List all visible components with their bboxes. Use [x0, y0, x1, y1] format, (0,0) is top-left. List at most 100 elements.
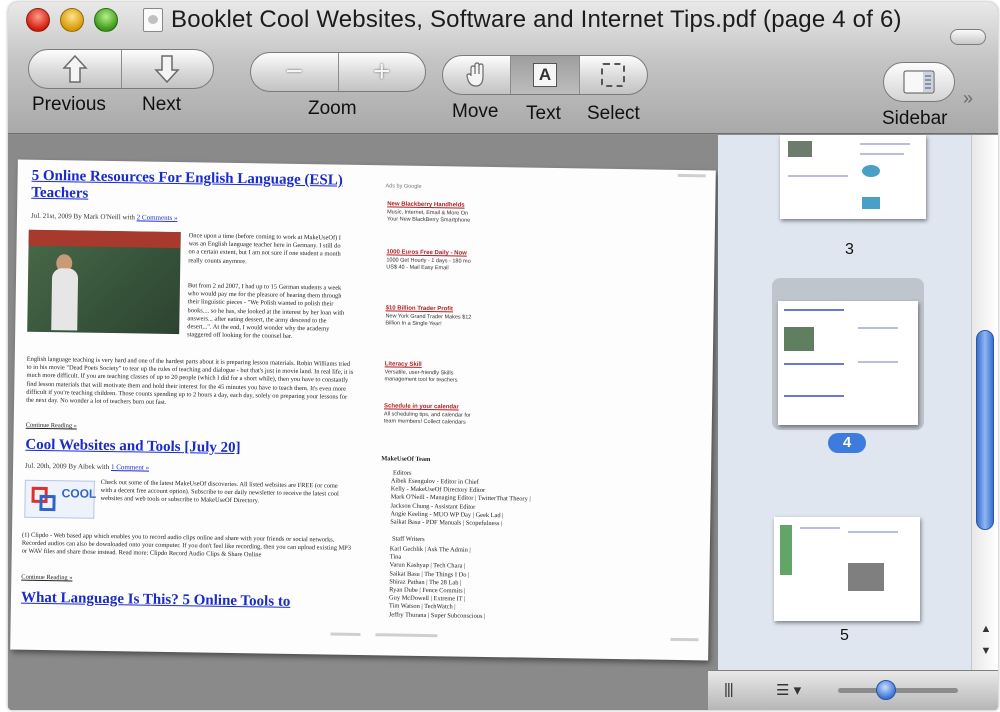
sidebar-icon [903, 70, 935, 94]
hand-icon [466, 62, 484, 87]
article-title-2[interactable]: Cool Websites and Tools [July 20] [25, 437, 345, 459]
thumb-line [784, 363, 844, 365]
ad-text: All scheduling tips, and calendar for te… [383, 411, 471, 426]
ad-title[interactable]: Literacy Skill [385, 361, 422, 368]
slider-knob[interactable] [876, 680, 896, 700]
article-meta-text: Jul. 20th, 2009 By Aibek with [25, 461, 110, 472]
toolbar: Booklet Cool Websites, Software and Inte… [8, 2, 998, 134]
staff-header: Staff Writers [391, 535, 425, 543]
tool-mode-segmented: A [442, 55, 648, 95]
thumb-line [860, 153, 904, 155]
toolbar-overflow-button[interactable]: » [963, 88, 973, 109]
photo-person [51, 268, 79, 331]
zoom-window-button[interactable] [94, 8, 118, 32]
preview-window: Booklet Cool Websites, Software and Inte… [8, 2, 998, 710]
zoom-label: Zoom [308, 98, 357, 119]
page-thumbnail-4[interactable] [778, 301, 918, 425]
arrow-up-icon [62, 54, 88, 83]
thumb-line [858, 361, 898, 363]
ad-title[interactable]: 1000 Euros Free Daily - Now [386, 249, 466, 256]
thumb-line [784, 395, 844, 397]
article-title-3[interactable]: What Language Is This? 5 Online Tools to [21, 590, 361, 612]
sidebar-label: Sidebar [882, 108, 948, 129]
editors-list: Aibek Esengulov - Editor in Chief Kelly … [390, 477, 591, 529]
document-proxy-icon[interactable] [143, 8, 163, 32]
staff-item: Jeffry Thurana | Super Subconscious | [388, 611, 486, 620]
arrow-down-icon [154, 55, 180, 84]
toolbar-toggle-button[interactable] [950, 29, 986, 45]
thumb-image [862, 165, 880, 177]
ad-title[interactable]: $10 Billion Trader Profit [386, 305, 453, 312]
article-meta-text: Jul. 21st, 2009 By Mark O'Neill with [30, 211, 135, 222]
marquee-select-icon [601, 63, 626, 87]
thumbnail-size-slider[interactable] [838, 688, 958, 693]
thumb-image [784, 327, 814, 351]
window-title: Booklet Cool Websites, Software and Inte… [171, 6, 902, 33]
ad-text: 1000 Get Hourly - 1 days - 180 mo US$ 40… [386, 257, 471, 272]
page-number-5: 5 [840, 627, 849, 644]
plus-icon: + [372, 55, 391, 88]
article-meta-2: Jul. 20th, 2009 By Aibek with 1 Comment … [25, 462, 149, 472]
page-thumbnail-3[interactable] [780, 135, 926, 219]
ad-text: Music, Internet, Email & More On Your Ne… [386, 209, 471, 224]
page-number-4-selected: 4 [828, 433, 866, 453]
staff-list: Karl Gechlik | Ask The Admin | Tina Varu… [389, 545, 590, 622]
article2-paragraph-1: Check out some of the latest MakeUseOf d… [100, 478, 339, 505]
zoom-in-button[interactable]: + [339, 53, 426, 91]
sidebar-scrollbar[interactable]: ▲ ▼ [971, 135, 998, 670]
previous-button[interactable] [29, 50, 122, 88]
article1-paragraph-3: English language teaching is very hard a… [26, 355, 354, 406]
move-tool-button[interactable] [443, 56, 512, 94]
thumb-image [780, 525, 792, 575]
zoom-out-button[interactable]: − [251, 53, 339, 91]
comments-link[interactable]: 1 Comment » [111, 463, 149, 472]
continue-reading-link-2[interactable]: Continue Reading » [21, 574, 72, 583]
text-label: Text [526, 103, 561, 124]
photo-banner [28, 229, 181, 249]
thumb-image [862, 197, 880, 209]
ad-text: Versatile, user-friendly Skills manageme… [384, 369, 458, 384]
document-view[interactable]: 5 Online Resources For English Language … [8, 135, 718, 710]
page-footer-rule [330, 632, 361, 636]
view-options-icon[interactable]: ☰ ▾ [776, 681, 801, 699]
previous-label: Previous [32, 94, 106, 115]
select-label: Select [587, 103, 640, 124]
sidebar-bottom-bar: ||| ☰ ▾ [708, 670, 998, 710]
continue-reading-link-1[interactable]: Continue Reading » [26, 422, 77, 431]
thumb-line [784, 309, 844, 311]
article1-paragraph-1: Once upon a time (before coming to work … [188, 232, 342, 265]
minus-icon: − [285, 55, 304, 88]
article1-paragraph-2: But from 2 nd 2007, I had up to 15 Germa… [187, 282, 345, 341]
page-thumbnail-5[interactable] [774, 517, 920, 621]
pdf-page: 5 Online Resources For English Language … [10, 159, 716, 661]
ad-title[interactable]: New Blackberry Handhelds [387, 201, 464, 208]
resize-handle-icon[interactable]: ||| [724, 681, 734, 698]
page-number-3: 3 [845, 241, 854, 258]
cool-websites-logo: COOL [24, 479, 97, 519]
sidebar-toggle-button[interactable] [883, 62, 955, 102]
zoom-segmented: − + [250, 52, 426, 92]
thumb-image [848, 563, 884, 591]
thumb-image [788, 141, 812, 157]
scroll-up-arrow-icon[interactable]: ▲ [978, 621, 994, 637]
scrollbar-thumb[interactable] [976, 330, 994, 530]
thumb-line [860, 143, 910, 145]
classroom-photo [27, 229, 181, 335]
scroll-down-arrow-icon[interactable]: ▼ [978, 643, 994, 659]
thumb-line [848, 531, 898, 533]
close-window-button[interactable] [26, 8, 50, 32]
logo-text: COOL [61, 486, 97, 501]
ad-title[interactable]: Schedule in your calendar [384, 403, 459, 410]
thumbnail-sidebar: 3 4 5 ▲ ▼ [718, 135, 998, 670]
text-select-icon: A [532, 63, 557, 87]
comments-link[interactable]: 2 Comments » [137, 213, 178, 222]
next-button[interactable] [122, 50, 214, 88]
article-title-1[interactable]: 5 Online Resources For English Language … [31, 168, 351, 207]
article-meta-1: Jul. 21st, 2009 By Mark O'Neill with 2 C… [31, 212, 178, 222]
minimize-window-button[interactable] [60, 8, 84, 32]
select-tool-button[interactable] [580, 56, 647, 94]
thumb-line [788, 175, 848, 177]
thumb-line [858, 327, 898, 329]
text-tool-button[interactable]: A [511, 56, 580, 94]
team-header: MakeUseOf Team [381, 455, 431, 464]
